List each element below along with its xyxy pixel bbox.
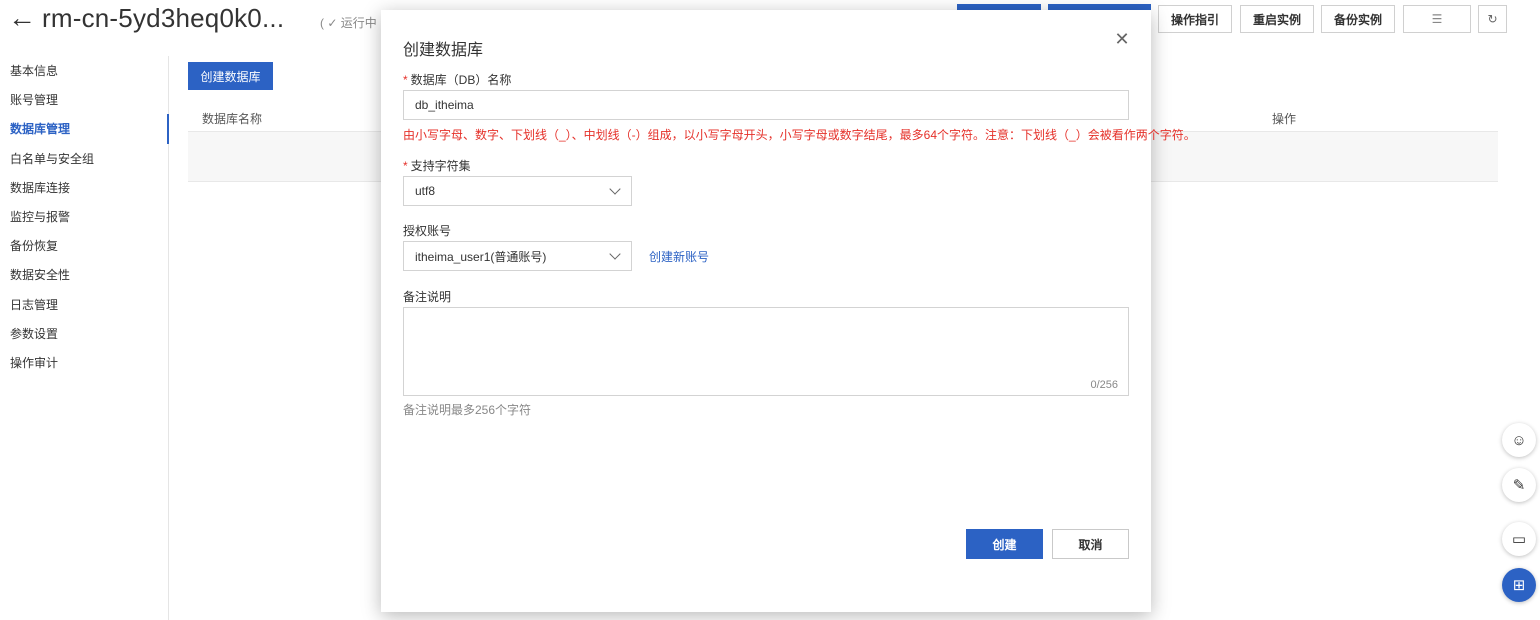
chevron-down-icon — [609, 248, 621, 260]
cancel-button[interactable]: 取消 — [1052, 529, 1129, 559]
charset-label: * 支持字符集 — [403, 159, 471, 173]
charset-select[interactable]: utf8 — [403, 176, 632, 206]
create-database-dialog: 创建数据库 ✕ * 数据库（DB）名称 db_itheima 由小写字母、数字、下… — [381, 10, 1196, 612]
chevron-down-icon — [609, 183, 621, 195]
char-counter: 0/256 — [1090, 379, 1118, 391]
remark-textarea[interactable]: 0/256 — [403, 307, 1129, 396]
remark-label: 备注说明 — [403, 290, 452, 304]
account-select[interactable]: itheima_user1(普通账号) — [403, 241, 632, 271]
create-account-link[interactable]: 创建新账号 — [649, 248, 709, 265]
db-name-error: 由小写字母、数字、下划线（_）、中划线（-）组成，以小写字母开头，小写字母或数字… — [403, 128, 1196, 142]
db-name-label: * 数据库（DB）名称 — [403, 73, 512, 87]
remark-hint: 备注说明最多256个字符 — [403, 403, 532, 417]
dialog-title: 创建数据库 — [403, 42, 484, 59]
required-mark: * — [403, 73, 408, 87]
create-button[interactable]: 创建 — [966, 529, 1043, 559]
db-name-input[interactable]: db_itheima — [403, 90, 1129, 120]
required-mark: * — [403, 159, 408, 173]
close-icon[interactable]: ✕ — [1112, 29, 1132, 49]
account-label: 授权账号 — [403, 224, 452, 238]
